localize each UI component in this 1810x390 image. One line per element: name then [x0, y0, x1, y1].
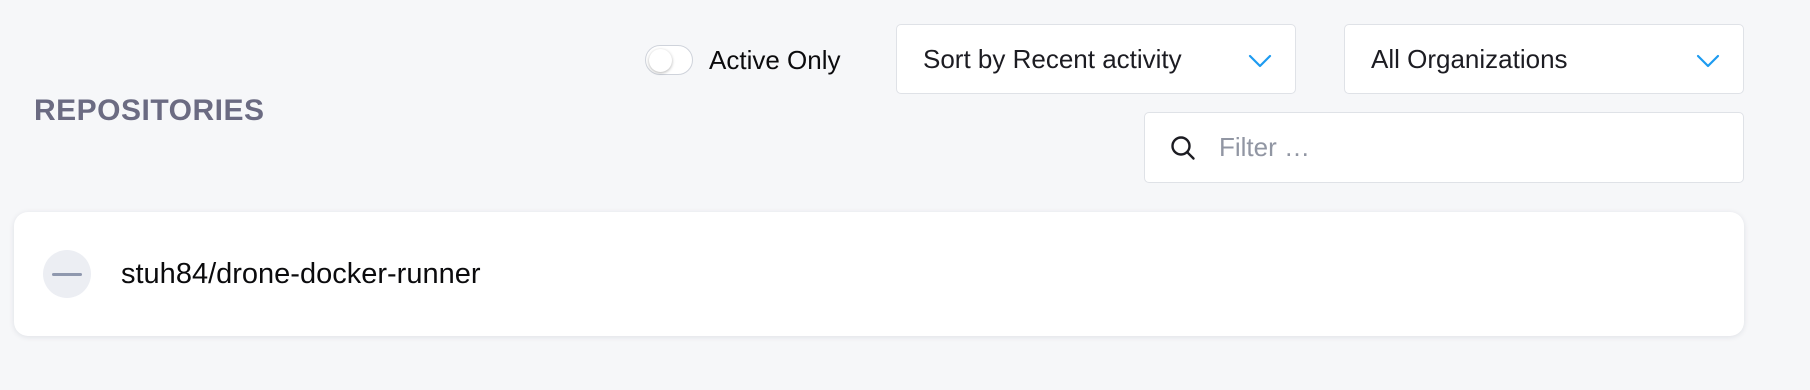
chevron-down-icon	[1696, 54, 1720, 68]
sort-dropdown[interactable]: Sort by Recent activity	[896, 24, 1296, 94]
filter-field[interactable]	[1144, 112, 1744, 183]
repositories-page: REPOSITORIES Active Only Sort by Recent …	[0, 0, 1810, 390]
active-only-label: Active Only	[709, 44, 841, 75]
repository-name[interactable]: stuh84/drone-docker-runner	[121, 258, 480, 291]
repository-item[interactable]: stuh84/drone-docker-runner	[14, 212, 1744, 336]
chevron-down-icon	[1248, 54, 1272, 68]
search-icon	[1171, 135, 1195, 160]
status-dash	[52, 272, 82, 276]
inactive-dash-icon	[43, 250, 91, 298]
organization-dropdown-value: All Organizations	[1371, 43, 1568, 74]
section-title: REPOSITORIES	[34, 94, 265, 127]
organization-dropdown[interactable]: All Organizations	[1344, 24, 1744, 94]
filter-input[interactable]	[1217, 131, 1721, 164]
toggle-knob	[649, 48, 672, 72]
sort-dropdown-value: Sort by Recent activity	[923, 43, 1182, 74]
active-only-toggle[interactable]: Active Only	[645, 40, 841, 80]
toggle-switch[interactable]	[645, 45, 693, 75]
